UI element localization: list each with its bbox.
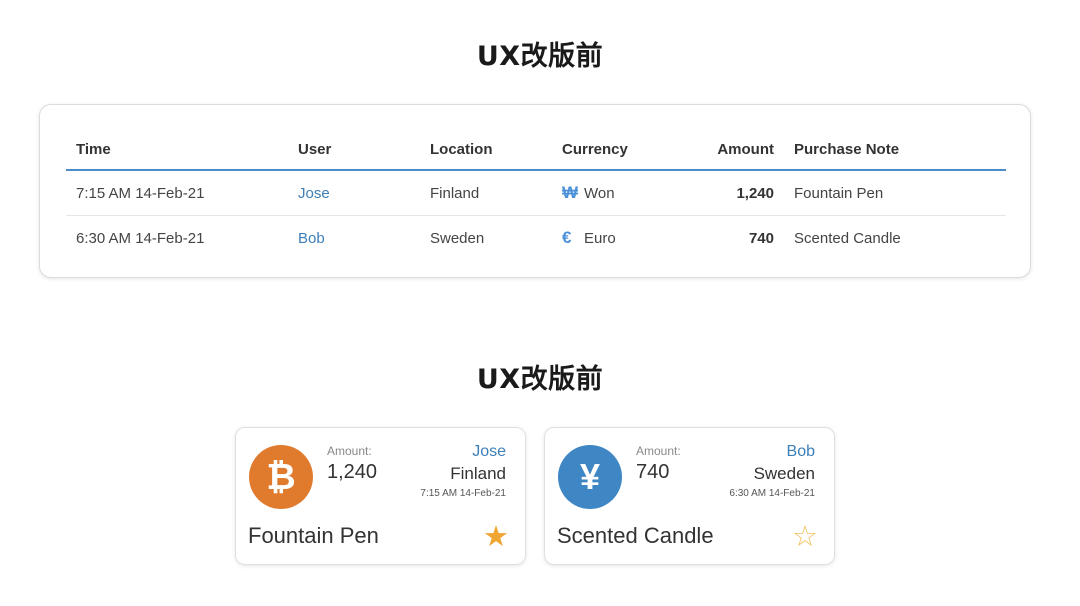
user-link[interactable]: Jose xyxy=(472,443,506,461)
column-header-location[interactable]: Location xyxy=(420,129,552,171)
table-row[interactable]: 7:15 AM 14-Feb-21 Jose Finland ₩ Won 1,24… xyxy=(66,170,1006,216)
transaction-card[interactable]: ¥ Amount: 740 Bob Sweden 6:30 AM 14-Feb-… xyxy=(544,427,835,565)
transactions-table-card: Time User Location Currency Amount Purch… xyxy=(39,104,1031,278)
won-icon: ₩ xyxy=(562,183,579,202)
table-row[interactable]: 6:30 AM 14-Feb-21 Bob Sweden € Euro 740 S… xyxy=(66,216,1006,261)
column-header-purchase-note[interactable]: Purchase Note xyxy=(784,129,1006,171)
cell-amount: 740 xyxy=(748,229,774,247)
cell-time: 6:30 AM 14-Feb-21 xyxy=(76,229,205,247)
user-link[interactable]: Bob xyxy=(298,230,325,247)
location: Sweden xyxy=(753,464,815,483)
section-title-cards: UX改版前 xyxy=(476,364,604,395)
column-header-time[interactable]: Time xyxy=(66,129,288,171)
section-title-table: UX改版前 xyxy=(476,41,604,72)
amount-label: Amount: xyxy=(636,444,681,458)
yen-icon: ¥ xyxy=(558,445,622,509)
table-header-row: Time User Location Currency Amount Purch… xyxy=(66,129,1006,171)
timestamp: 6:30 AM 14-Feb-21 xyxy=(729,488,815,499)
cell-note: Scented Candle xyxy=(794,229,901,247)
euro-icon: € xyxy=(562,228,572,247)
cell-currency: ₩ Won xyxy=(552,170,684,216)
amount-value: 1,240 xyxy=(327,461,378,483)
cell-time: 7:15 AM 14-Feb-21 xyxy=(66,170,288,216)
user-link[interactable]: Jose xyxy=(298,185,330,202)
currency-label: Euro xyxy=(584,230,616,247)
cell-currency: € Euro xyxy=(552,216,684,261)
amount-label: Amount: xyxy=(327,444,372,458)
timestamp: 7:15 AM 14-Feb-21 xyxy=(420,488,506,499)
currency-label: Won xyxy=(584,185,615,202)
star-outline-icon[interactable]: ☆ xyxy=(792,522,818,552)
cell-amount: 1,240 xyxy=(684,170,784,216)
column-header-currency[interactable]: Currency xyxy=(552,129,684,171)
star-filled-icon[interactable]: ★ xyxy=(483,522,509,552)
column-header-user[interactable]: User xyxy=(288,129,420,171)
transactions-table: Time User Location Currency Amount Purch… xyxy=(66,129,1006,260)
cell-location: Sweden xyxy=(430,229,485,247)
location: Finland xyxy=(450,464,506,483)
amount-value: 740 xyxy=(636,461,670,483)
bitcoin-icon: ₿ xyxy=(249,445,313,509)
purchase-note: Scented Candle xyxy=(557,523,714,548)
cell-note: Fountain Pen xyxy=(784,170,1006,216)
column-header-amount[interactable]: Amount xyxy=(684,129,784,171)
purchase-note: Fountain Pen xyxy=(248,523,379,548)
cell-location: Finland xyxy=(420,170,552,216)
transaction-card[interactable]: ₿ Amount: 1,240 Jose Finland 7:15 AM 14-… xyxy=(235,427,526,565)
user-link[interactable]: Bob xyxy=(787,443,815,461)
